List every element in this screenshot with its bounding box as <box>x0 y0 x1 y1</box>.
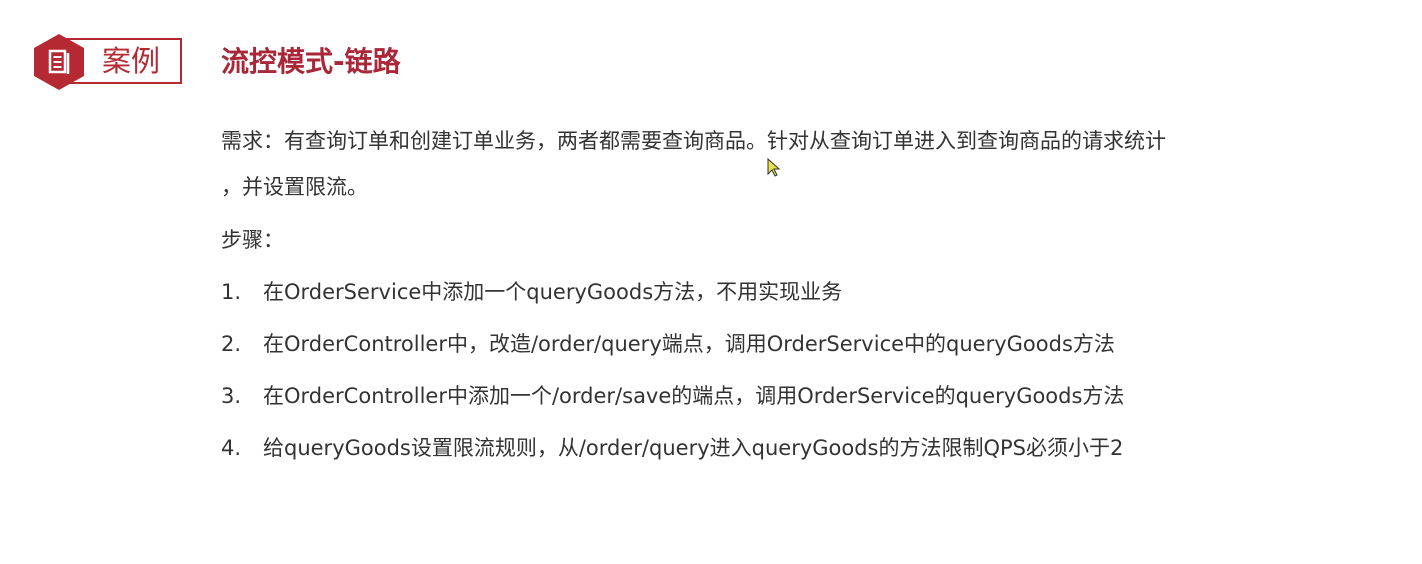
step-text: 给queryGoods设置限流规则，从/order/query进入queryGo… <box>263 436 1124 460</box>
step-number: 2. <box>221 332 242 356</box>
step-number: 3. <box>221 384 242 408</box>
document-icon <box>34 34 84 90</box>
step-text: 在OrderController中添加一个/order/save的端点，调用Or… <box>263 384 1125 408</box>
mouse-cursor-icon <box>767 158 781 177</box>
requirement-text: 需求：有查询订单和创建订单业务，两者都需要查询商品。针对从查询订单进入到查询商品… <box>221 129 1166 153</box>
badge-label: 案例 <box>102 44 161 78</box>
step-text: 在OrderController中，改造/order/query端点，调用Ord… <box>263 332 1115 356</box>
requirement-text-cont: ，并设置限流。 <box>221 175 368 199</box>
step-number: 1. <box>221 280 242 304</box>
step-text: 在OrderService中添加一个queryGoods方法，不用实现业务 <box>263 280 843 304</box>
step-number: 4. <box>221 436 242 460</box>
steps-label: 步骤： <box>221 228 284 252</box>
page-title: 流控模式-链路 <box>221 45 401 78</box>
